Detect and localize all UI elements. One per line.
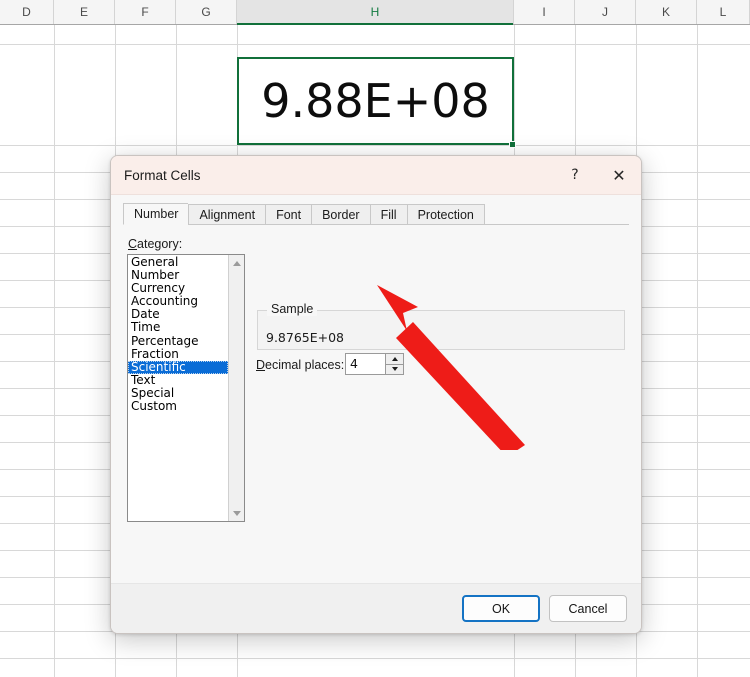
column-header-j[interactable]: J xyxy=(575,0,636,24)
column-header-i[interactable]: I xyxy=(514,0,575,24)
tab-fill[interactable]: Fill xyxy=(369,204,407,225)
category-item-custom[interactable]: Custom xyxy=(128,399,228,413)
decimal-places-spinner[interactable]: 4 xyxy=(345,353,404,375)
grid-line xyxy=(0,145,750,146)
tab-number[interactable]: Number xyxy=(123,203,189,225)
fill-handle[interactable] xyxy=(509,141,516,148)
selected-cell-h[interactable]: 9.88E+08 xyxy=(237,57,514,145)
category-items: General Number Currency Accounting Date … xyxy=(128,255,228,521)
category-item-text[interactable]: Text xyxy=(128,373,228,387)
cancel-button[interactable]: Cancel xyxy=(549,595,627,622)
dialog-titlebar: Format Cells ? ✕ xyxy=(111,156,641,195)
column-header-d[interactable]: D xyxy=(0,0,54,24)
decimal-places-label: Decimal places: xyxy=(256,358,345,372)
column-header-k[interactable]: K xyxy=(636,0,697,24)
decimal-places-input[interactable]: 4 xyxy=(346,354,385,374)
grid-line xyxy=(0,44,750,45)
sample-value: 9.8765E+08 xyxy=(266,330,345,345)
dialog-title: Format Cells xyxy=(124,167,201,183)
grid-line xyxy=(54,25,55,677)
spinner-increment-icon[interactable] xyxy=(386,354,403,365)
cell-value-text: 9.88E+08 xyxy=(261,74,490,128)
column-header-f[interactable]: F xyxy=(115,0,176,24)
format-cells-dialog: Format Cells ? ✕ Number Alignment Font B… xyxy=(110,155,642,634)
column-header-row: D E F G H I J K L xyxy=(0,0,750,25)
dialog-body: Category: General Number Currency Accoun… xyxy=(111,225,641,593)
spinner-decrement-icon[interactable] xyxy=(386,364,403,374)
spinner-buttons xyxy=(385,354,403,374)
scroll-down-icon[interactable] xyxy=(229,505,244,521)
tab-protection[interactable]: Protection xyxy=(406,204,485,225)
tab-font[interactable]: Font xyxy=(265,204,312,225)
titlebar-buttons: ? ✕ xyxy=(553,156,641,194)
column-header-e[interactable]: E xyxy=(54,0,115,24)
column-header-g[interactable]: G xyxy=(176,0,237,24)
category-item-scientific[interactable]: Scientific xyxy=(128,360,228,374)
close-icon[interactable]: ✕ xyxy=(597,156,641,194)
category-label: Category: xyxy=(128,237,183,251)
column-header-h[interactable]: H xyxy=(237,0,514,25)
grid-line xyxy=(697,25,698,677)
category-item-percentage[interactable]: Percentage xyxy=(128,334,228,348)
grid-line xyxy=(0,658,750,659)
ok-button[interactable]: OK xyxy=(462,595,540,622)
tab-border[interactable]: Border xyxy=(311,204,370,225)
category-item-fraction[interactable]: Fraction xyxy=(128,347,228,361)
dialog-tabs: Number Alignment Font Border Fill Protec… xyxy=(123,203,641,225)
category-listbox[interactable]: General Number Currency Accounting Date … xyxy=(127,254,245,522)
category-scrollbar[interactable] xyxy=(228,255,244,521)
sample-legend: Sample xyxy=(267,302,318,316)
scroll-up-icon[interactable] xyxy=(229,255,244,271)
column-header-l[interactable]: L xyxy=(697,0,750,24)
tab-alignment[interactable]: Alignment xyxy=(188,204,266,225)
help-icon[interactable]: ? xyxy=(553,156,597,194)
dialog-footer: OK Cancel xyxy=(111,583,641,633)
category-item-time[interactable]: Time xyxy=(128,321,228,334)
